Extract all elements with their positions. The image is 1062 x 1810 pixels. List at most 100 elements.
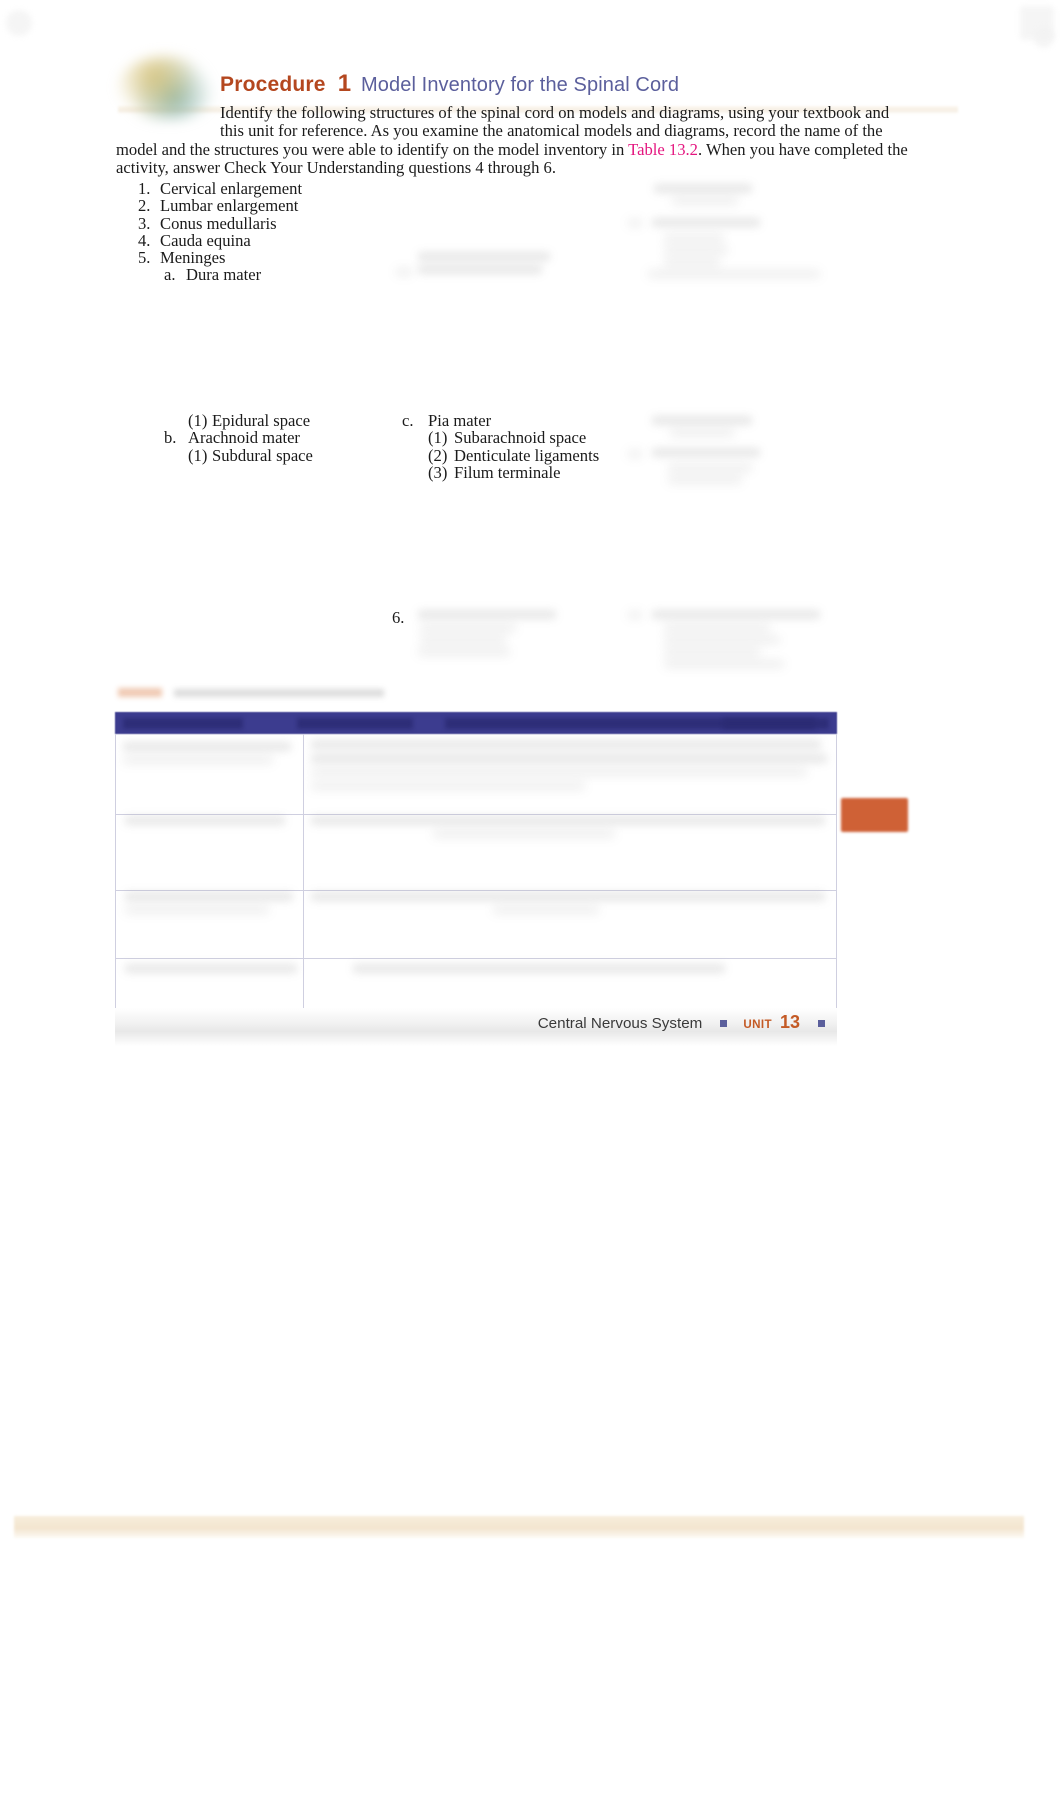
redacted-text-block bbox=[652, 218, 760, 227]
redacted-table-cell bbox=[125, 964, 297, 973]
list-item-label: Lumbar enlargement bbox=[160, 196, 299, 216]
meninges-sublist-left: (1) Epidural space b. Arachnoid mater (1) S… bbox=[164, 412, 313, 464]
list-marker: 3. bbox=[138, 213, 151, 233]
redacted-text-block bbox=[664, 660, 784, 668]
table-caption bbox=[118, 688, 418, 697]
table-row-divider bbox=[115, 958, 837, 959]
redacted-text-block bbox=[664, 234, 724, 242]
redacted-text-block bbox=[648, 270, 820, 278]
redacted-table-cell bbox=[311, 754, 827, 763]
list-item-label: Subdural space bbox=[212, 445, 313, 465]
list-item: 3. Conus medullaris bbox=[138, 213, 302, 233]
table-column-header bbox=[297, 718, 413, 729]
redacted-text-block bbox=[420, 624, 516, 632]
meninges-sublist-middle: c. Pia mater (1) Subarachnoid space (2) Den… bbox=[402, 412, 599, 481]
table-caption-number bbox=[118, 688, 162, 697]
list-item-label: Meninges bbox=[160, 248, 226, 268]
procedure-subtitle: Model Inventory for the Spinal Cord bbox=[361, 74, 680, 96]
list-item-label: Arachnoid mater bbox=[188, 428, 300, 448]
list-item-sub: a. Dura mater bbox=[138, 265, 302, 285]
list-marker: b. bbox=[164, 428, 177, 448]
list-item-label: Epidural space bbox=[212, 411, 311, 430]
list-marker: 5. bbox=[138, 248, 151, 268]
structure-list: 1. Cervical enlargement 2. Lumbar enlargem… bbox=[138, 180, 302, 284]
table-body bbox=[115, 734, 837, 1026]
redacted-text-block bbox=[664, 258, 720, 266]
table-row-divider bbox=[115, 814, 837, 815]
list-marker: (1) bbox=[188, 445, 208, 465]
list-item-sub: (2) Denticulate ligaments bbox=[402, 445, 600, 465]
footer-square-icon bbox=[720, 1020, 728, 1027]
intro-line-2: this unit for reference. As you examine … bbox=[220, 121, 883, 141]
table-row-divider bbox=[115, 890, 837, 891]
redacted-text-block bbox=[628, 219, 642, 227]
intro-line-1: Identify the following structures of the… bbox=[220, 103, 890, 122]
redacted-text-block bbox=[664, 648, 760, 656]
redacted-text-block bbox=[628, 611, 642, 619]
redacted-table-cell bbox=[125, 892, 293, 901]
redacted-table-cell bbox=[311, 768, 807, 776]
list-item: 2. Lumbar enlargement bbox=[138, 196, 302, 216]
redacted-table-cell bbox=[311, 816, 825, 825]
redacted-text-block bbox=[670, 429, 734, 437]
redacted-table-cell bbox=[125, 906, 269, 914]
redacted-text-block bbox=[664, 624, 770, 632]
list-marker: 4. bbox=[138, 230, 151, 250]
list-marker: (3) bbox=[428, 462, 448, 482]
redacted-text-block bbox=[668, 464, 752, 472]
footer-square-icon-2 bbox=[818, 1020, 825, 1027]
page-footer: Central Nervous System UNIT 13 bbox=[0, 1012, 893, 1033]
list-item: 4. Cauda equina bbox=[138, 230, 302, 250]
list-item-sub: (1) Epidural space bbox=[164, 411, 313, 430]
procedure-number: 1 bbox=[337, 70, 352, 97]
question-6-marker: 6. bbox=[392, 608, 405, 627]
list-item-label: Denticulate ligaments bbox=[454, 445, 600, 465]
list-marker: (1) bbox=[188, 411, 208, 430]
intro-line-3-head: model and the structures you were able t… bbox=[116, 139, 629, 159]
redacted-text-block bbox=[396, 268, 412, 276]
table-column-header bbox=[723, 718, 829, 729]
redacted-table-cell bbox=[123, 742, 291, 751]
redacted-table-cell bbox=[123, 756, 273, 764]
intro-line-4: activity, answer Check Your Understandin… bbox=[116, 158, 556, 178]
side-tab bbox=[841, 798, 908, 832]
list-marker: (2) bbox=[428, 445, 448, 465]
page-bottom-bleed bbox=[14, 1516, 1024, 1538]
list-item: 5. Meninges bbox=[138, 248, 302, 268]
table-caption-text bbox=[174, 689, 384, 697]
redacted-text-block bbox=[652, 610, 820, 619]
footer-unit-number: 13 bbox=[779, 1012, 800, 1032]
list-item-sub: (1) Subarachnoid space bbox=[402, 428, 599, 448]
list-item-sub: (3) Filum terminale bbox=[402, 462, 599, 482]
list-item: 1. Cervical enlargement bbox=[138, 179, 303, 198]
redacted-text-block bbox=[418, 252, 550, 261]
list-marker: a. bbox=[164, 265, 176, 285]
redacted-text-block bbox=[628, 450, 642, 458]
intro-line-3-tail: . When you have completed the bbox=[697, 139, 908, 159]
intro-line-3: model and the structures you were able t… bbox=[116, 139, 908, 159]
list-marker: c. bbox=[402, 411, 414, 430]
redacted-table-cell bbox=[311, 782, 585, 790]
list-item-label: Cauda equina bbox=[160, 230, 251, 250]
procedure-heading: Procedure 1 Model Inventory for the Spin… bbox=[220, 70, 679, 98]
document-page: Procedure 1 Model Inventory for the Spin… bbox=[0, 0, 1062, 1810]
list-item-label: Cervical enlargement bbox=[160, 179, 303, 198]
redacted-text-block bbox=[672, 197, 738, 205]
table-reference-link[interactable]: Table 13.2 bbox=[628, 140, 698, 159]
redacted-table-cell bbox=[311, 892, 825, 901]
list-marker: (1) bbox=[428, 428, 448, 448]
scan-artifact-top-left bbox=[6, 10, 32, 36]
list-item-sub: b. Arachnoid mater bbox=[164, 428, 313, 448]
redacted-table-cell bbox=[125, 816, 285, 825]
list-item-sub: c. Pia mater bbox=[402, 411, 599, 430]
redacted-text-block bbox=[652, 416, 752, 425]
table-column-header bbox=[123, 718, 243, 729]
list-marker: 2. bbox=[138, 196, 151, 216]
redacted-text-block bbox=[664, 636, 780, 644]
redacted-table-cell bbox=[311, 740, 821, 749]
redacted-text-block bbox=[654, 184, 752, 193]
footer-chapter-title: Central Nervous System bbox=[537, 1015, 703, 1032]
redacted-table-cell bbox=[493, 906, 599, 914]
redacted-text-block bbox=[418, 648, 510, 656]
redacted-text-block bbox=[664, 246, 728, 254]
